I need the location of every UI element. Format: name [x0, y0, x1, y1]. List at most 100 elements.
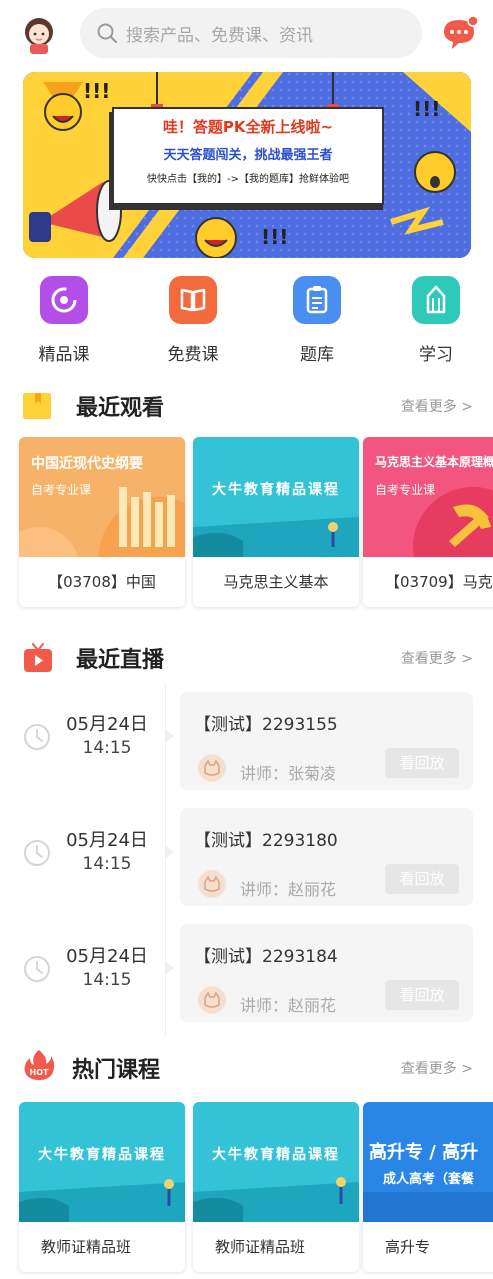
- nav-label: 题库: [300, 345, 334, 365]
- course-caption: 【03708】中国: [48, 573, 156, 591]
- hot-section-header: HOT 热门课程 查看更多 >: [0, 1050, 493, 1090]
- banner-subline: 天天答题闯关，挑战最强王者: [163, 148, 333, 163]
- thumbnail-subtitle: 自考专业课: [375, 483, 436, 497]
- timeline-arrow: [166, 730, 174, 742]
- live-title: 【测试】2293184: [194, 947, 338, 967]
- replay-button[interactable]: 看回放: [385, 864, 459, 894]
- teacher-name: 讲师：赵丽花: [240, 880, 337, 899]
- promo-banner[interactable]: !!! !!! !!! 哇！答题PK全新上线啦~ 天天答题闯关，挑战最强王者 快…: [23, 72, 471, 258]
- thumbnail-title: 马克思主义基本原理概论: [375, 455, 493, 469]
- live-card[interactable]: 【测试】2293180 讲师：赵丽花 看回放: [180, 808, 473, 906]
- view-more-link[interactable]: 查看更多 >: [401, 648, 473, 668]
- folder-icon: [23, 393, 51, 419]
- svg-text:!!!: !!!: [261, 225, 288, 249]
- hot-courses-list: 大牛教育精品课程 教师证精品班 大牛教育精品课程 教师证精品班 高升专 / 高升…: [0, 1102, 493, 1279]
- section-title: 最近观看: [76, 396, 165, 421]
- question-bank-clipboard-icon: [293, 276, 341, 324]
- view-more-link[interactable]: 查看更多 >: [401, 396, 473, 416]
- nav-item-question-bank[interactable]: 题库: [262, 276, 372, 365]
- course-thumbnail: 马克思主义基本原理概论 自考专业课: [363, 437, 493, 557]
- teacher-name: 讲师：张菊凌: [240, 764, 337, 783]
- thumbnail-title: 中国近现代史纲要: [31, 456, 143, 472]
- teacher-avatar-icon: [198, 870, 226, 898]
- course-thumbnail: 大牛教育精品课程: [193, 1102, 359, 1222]
- banner-hint: 快快点击【我的】->【我的题库】抢鲜体验吧: [147, 174, 349, 185]
- replay-button[interactable]: 看回放: [385, 980, 459, 1010]
- live-date: 05月24日: [66, 714, 148, 735]
- nav-label: 免费课: [167, 345, 219, 365]
- live-list: 05月24日 14:15 【测试】2293155 讲师：张菊凌 看回放 05月2…: [0, 684, 493, 1036]
- course-card[interactable]: 大牛教育精品课程 马克思主义基本: [193, 437, 359, 607]
- clock-icon: [24, 840, 50, 866]
- course-card[interactable]: 高升专 / 高升 成人高考（套餐 高升专: [363, 1102, 493, 1272]
- course-caption: 马克思主义基本: [223, 573, 329, 591]
- user-avatar-icon[interactable]: [20, 12, 58, 54]
- svg-text:!!!: !!!: [83, 79, 110, 103]
- live-card[interactable]: 【测试】2293184 讲师：赵丽花 看回放: [180, 924, 473, 1022]
- svg-text:!!!: !!!: [413, 97, 440, 121]
- course-thumbnail: 高升专 / 高升 成人高考（套餐: [363, 1102, 493, 1222]
- live-item: 05月24日 14:15 【测试】2293184 讲师：赵丽花 看回放: [0, 916, 493, 1022]
- section-title: 最近直播: [76, 648, 165, 673]
- course-caption: 高升专: [385, 1238, 431, 1256]
- study-pencil-icon: [412, 276, 460, 324]
- live-item: 05月24日 14:15 【测试】2293180 讲师：赵丽花 看回放: [0, 800, 493, 906]
- live-time: 14:15: [82, 970, 132, 990]
- nav-label: 精品课: [38, 345, 90, 365]
- thumbnail-title: 大牛教育精品课程: [212, 482, 340, 498]
- message-icon[interactable]: [440, 14, 480, 54]
- course-card[interactable]: 大牛教育精品课程 教师证精品班: [19, 1102, 185, 1272]
- search-placeholder: 搜索产品、免费课、资讯: [126, 25, 313, 46]
- teacher-name: 讲师：赵丽花: [240, 996, 337, 1015]
- live-time: 14:15: [82, 854, 132, 874]
- live-date: 05月24日: [66, 946, 148, 967]
- thumbnail-title: 高升专 / 高升: [369, 1142, 479, 1163]
- teacher-avatar-icon: [198, 754, 226, 782]
- timeline-arrow: [166, 846, 174, 858]
- quick-nav: 精品课 免费课 题库 学习: [0, 276, 493, 372]
- replay-button[interactable]: 看回放: [385, 748, 459, 778]
- timeline-arrow: [166, 962, 174, 974]
- clock-icon: [24, 724, 50, 750]
- nav-label: 学习: [419, 345, 453, 365]
- course-thumbnail: 大牛教育精品课程: [19, 1102, 185, 1222]
- boutique-course-icon: [40, 276, 88, 324]
- live-title: 【测试】2293180: [194, 831, 338, 851]
- search-input[interactable]: 搜索产品、免费课、资讯: [80, 8, 422, 58]
- teacher-avatar-icon: [198, 986, 226, 1014]
- thumbnail-subtitle: 自考专业课: [31, 483, 92, 497]
- top-bar: 搜索产品、免费课、资讯: [0, 6, 493, 62]
- course-thumbnail: 中国近现代史纲要 自考专业课: [19, 437, 185, 557]
- live-title: 【测试】2293155: [194, 715, 338, 735]
- live-time: 14:15: [82, 738, 132, 758]
- free-course-book-icon: [169, 276, 217, 324]
- course-caption: 教师证精品班: [215, 1238, 306, 1256]
- hot-flame-icon: HOT: [24, 1050, 55, 1080]
- course-caption: 【03709】马克: [385, 573, 493, 591]
- banner-headline: 哇！答题PK全新上线啦~: [162, 118, 334, 136]
- view-more-link[interactable]: 查看更多 >: [401, 1058, 473, 1078]
- course-thumbnail: 大牛教育精品课程: [193, 437, 359, 557]
- section-title: 热门课程: [72, 1058, 161, 1083]
- course-card[interactable]: 中国近现代史纲要 自考专业课 【03708】中国: [19, 437, 185, 607]
- recent-courses-list: 中国近现代史纲要 自考专业课 【03708】中国 大牛教育精品课程 马克思主义基…: [0, 437, 493, 613]
- search-icon: [97, 23, 117, 43]
- thumbnail-title: 大牛教育精品课程: [38, 1147, 166, 1163]
- nav-item-boutique[interactable]: 精品课: [9, 276, 119, 365]
- clock-icon: [24, 956, 50, 982]
- live-card[interactable]: 【测试】2293155 讲师：张菊凌 看回放: [180, 692, 473, 790]
- nav-item-study[interactable]: 学习: [381, 276, 491, 365]
- thumbnail-subtitle: 成人高考（套餐: [383, 1172, 475, 1187]
- svg-text:HOT: HOT: [30, 1068, 49, 1077]
- course-caption: 教师证精品班: [41, 1238, 132, 1256]
- live-item: 05月24日 14:15 【测试】2293155 讲师：张菊凌 看回放: [0, 684, 493, 790]
- course-card[interactable]: 大牛教育精品课程 教师证精品班: [193, 1102, 359, 1272]
- thumbnail-title: 大牛教育精品课程: [212, 1147, 340, 1163]
- live-date: 05月24日: [66, 830, 148, 851]
- banner-message-card: 哇！答题PK全新上线啦~ 天天答题闯关，挑战最强王者 快快点击【我的】->【我的…: [113, 108, 383, 194]
- live-section-header: 最近直播 查看更多 >: [0, 640, 493, 680]
- tv-play-icon: [24, 643, 52, 672]
- course-card[interactable]: 马克思主义基本原理概论 自考专业课 【03709】马克: [363, 437, 493, 607]
- nav-item-free[interactable]: 免费课: [138, 276, 248, 365]
- recent-section-header: 最近观看 查看更多 >: [0, 388, 493, 428]
